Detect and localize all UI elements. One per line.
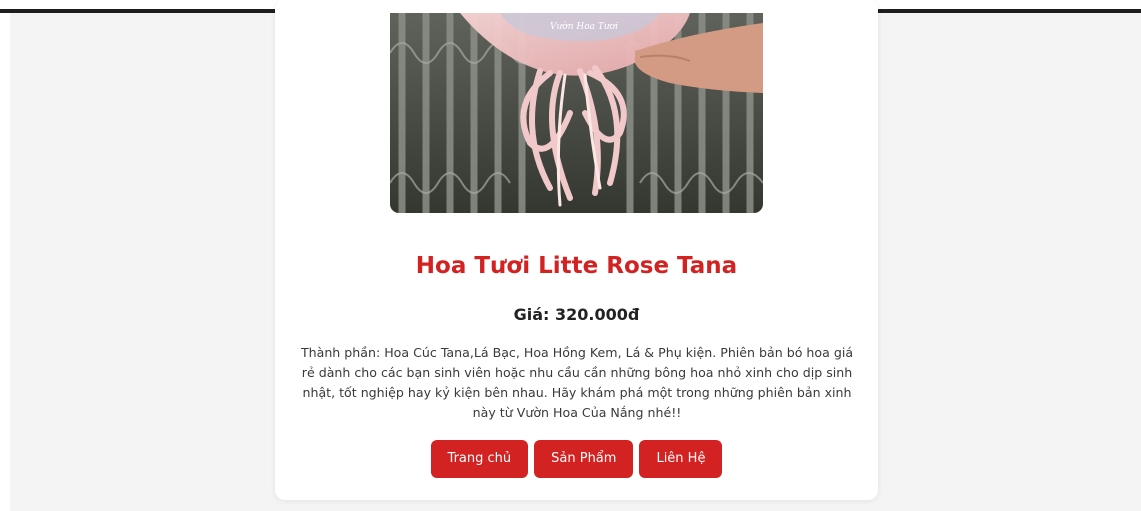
product-title: Hoa Tươi Litte Rose Tana [415,253,738,279]
product-card: Vườn Hoa Tươi Hoa Tươi Litte Rose Tana G… [275,0,878,500]
nav-buttons: Trang chủ Sản Phẩm Liên Hệ [275,440,878,478]
product-image: Vườn Hoa Tươi [390,13,763,213]
home-button[interactable]: Trang chủ [430,440,529,478]
watermark-text: Vườn Hoa Tươi [550,21,618,32]
product-description: Thành phần: Hoa Cúc Tana,Lá Bạc, Hoa Hồn… [300,345,854,420]
product-price: Giá: 320.000đ [513,305,640,324]
contact-button[interactable]: Liên Hệ [639,440,723,478]
products-button[interactable]: Sản Phẩm [534,440,634,478]
page-background: Vườn Hoa Tươi Hoa Tươi Litte Rose Tana G… [10,0,1141,511]
